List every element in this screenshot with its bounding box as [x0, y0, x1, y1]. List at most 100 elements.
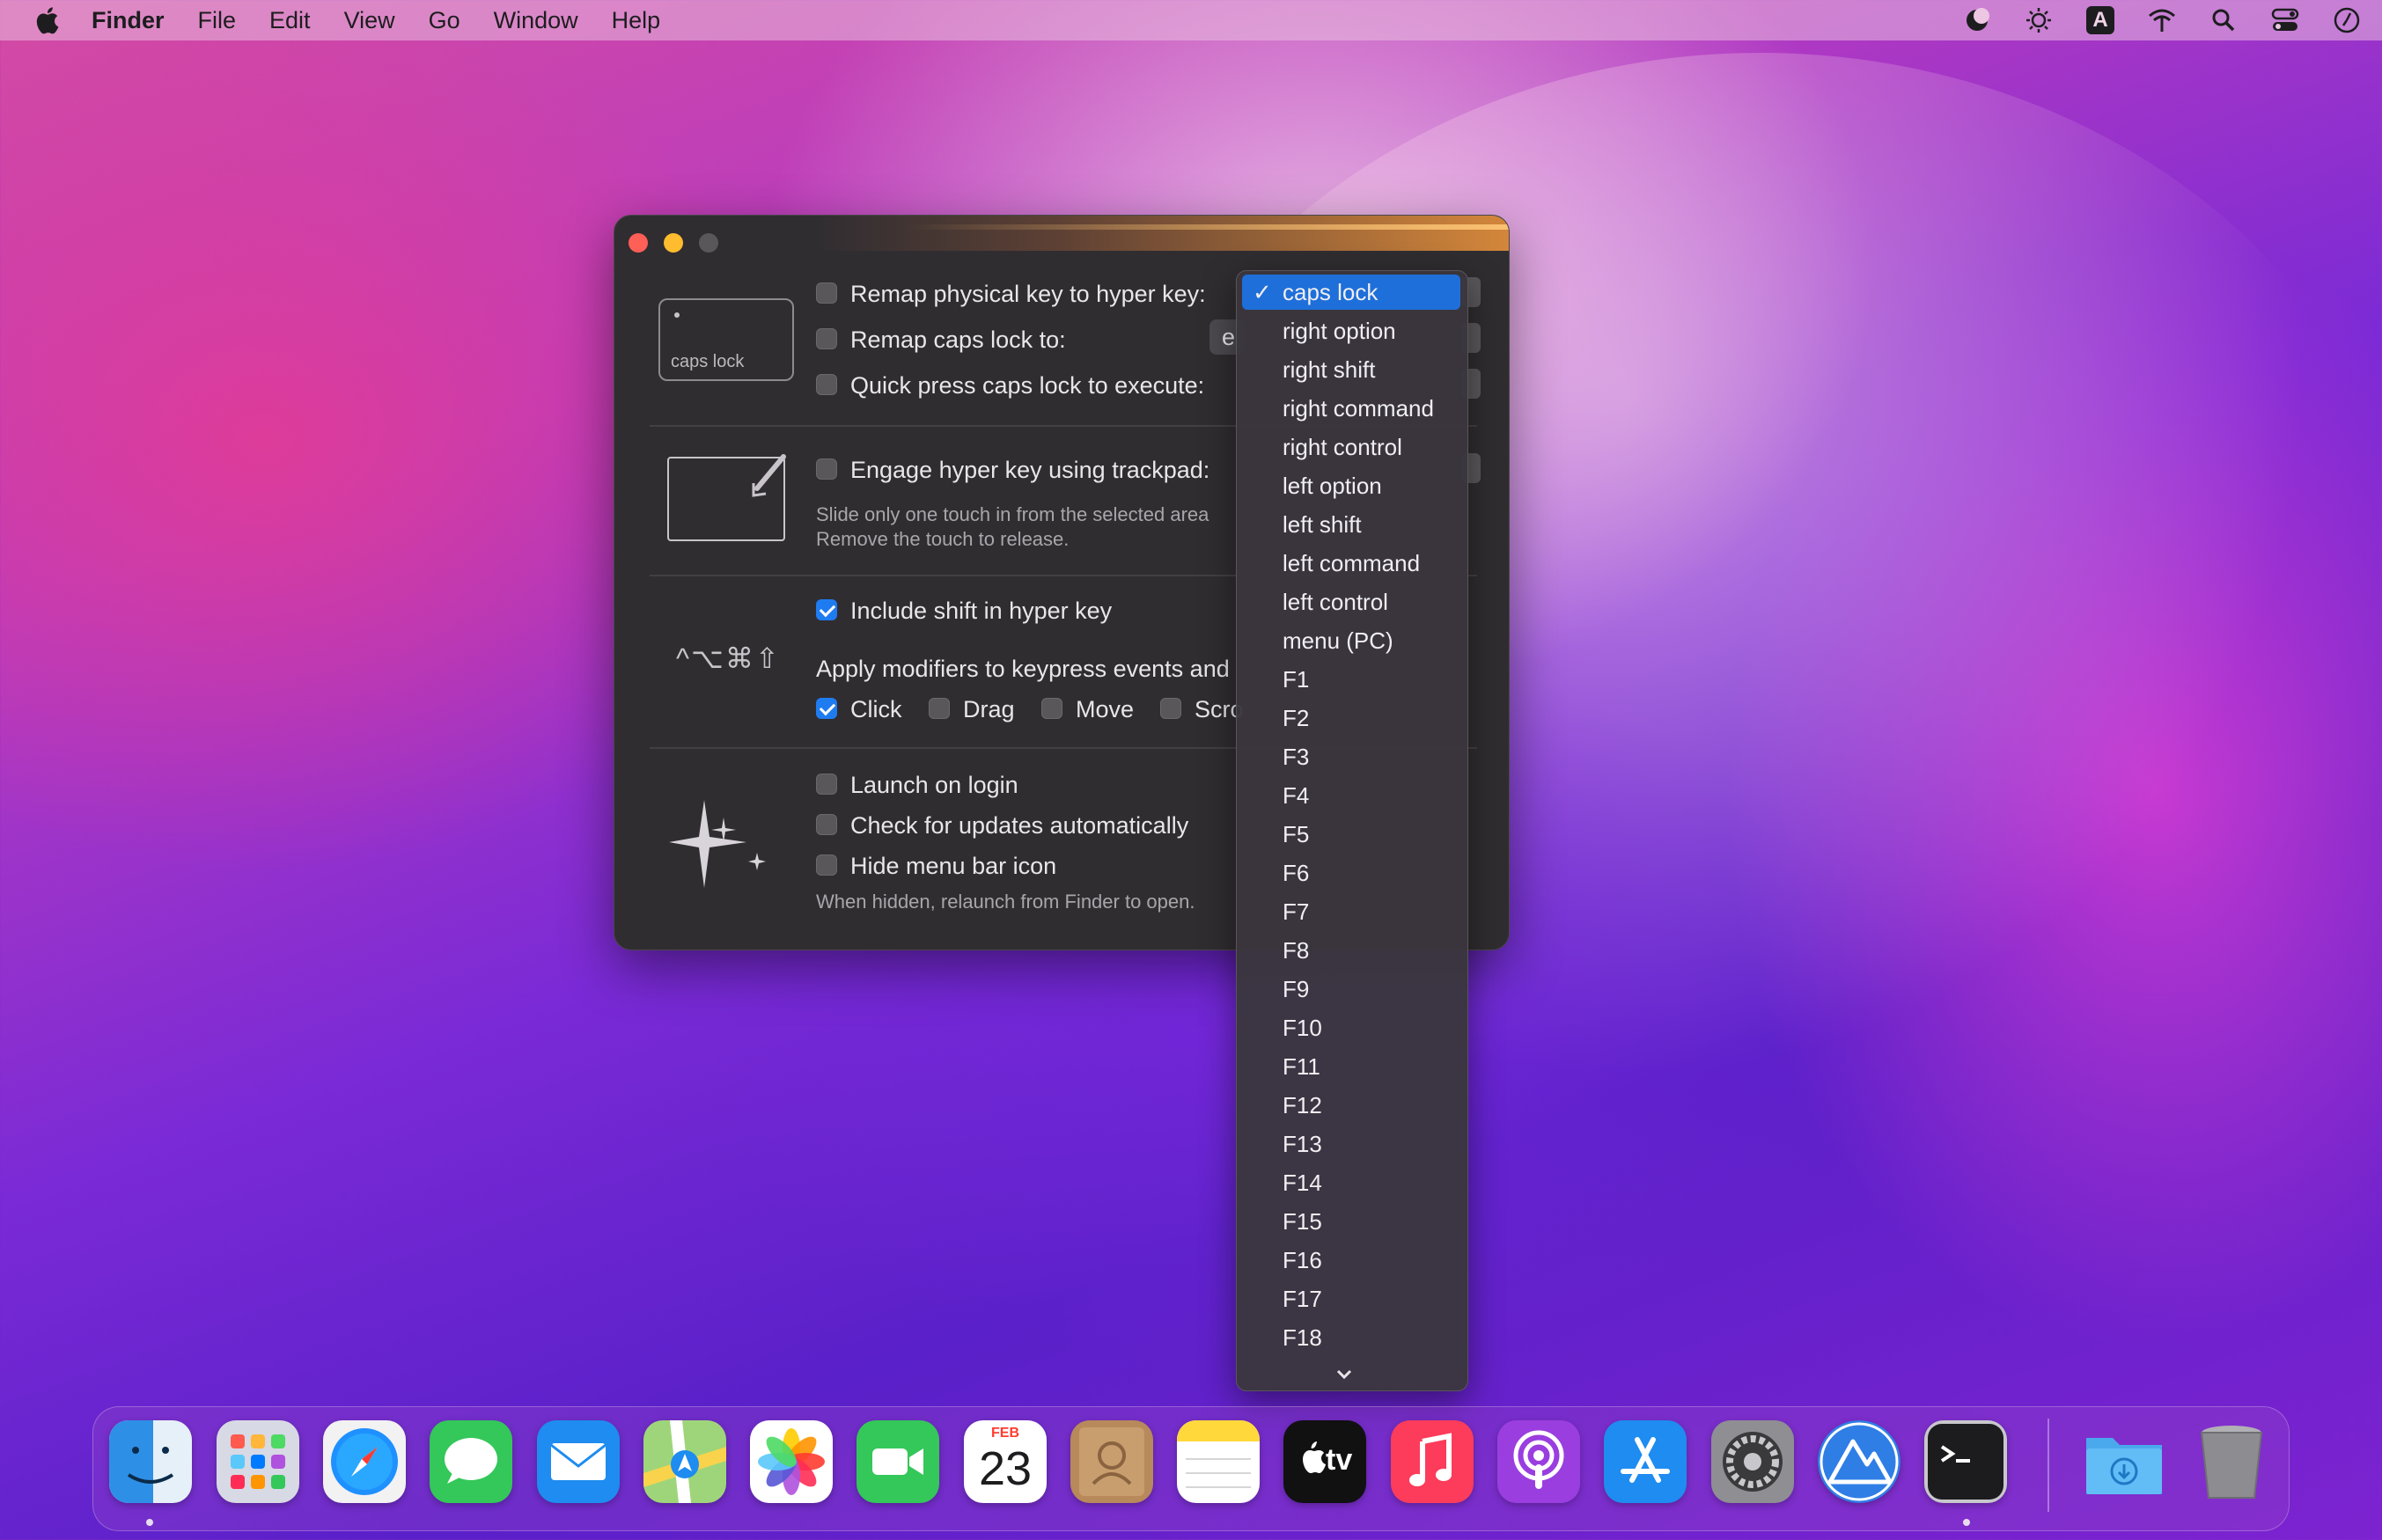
- click-checkbox[interactable]: [816, 698, 837, 719]
- menu-view[interactable]: View: [344, 7, 395, 34]
- sparkle-icon: [669, 800, 766, 888]
- dropdown-option[interactable]: F16: [1242, 1243, 1460, 1278]
- drag-checkbox[interactable]: [929, 698, 950, 719]
- dropdown-option[interactable]: F11: [1242, 1049, 1460, 1084]
- dock-notes-icon[interactable]: [1177, 1420, 1260, 1503]
- wifi-icon[interactable]: [2146, 4, 2178, 36]
- launch-login-checkbox[interactable]: [816, 774, 837, 795]
- remap-caps-value: e: [1222, 324, 1236, 350]
- night-shift-icon[interactable]: [1961, 4, 1993, 36]
- dropdown-option-label: right control: [1283, 434, 1402, 460]
- dropdown-option[interactable]: left control: [1242, 584, 1460, 620]
- calendar-day: 23: [978, 1442, 1033, 1495]
- apply-modifiers-label: Apply modifiers to keypress events and: [816, 656, 1230, 682]
- dropdown-option[interactable]: F2: [1242, 700, 1460, 736]
- dropdown-option[interactable]: F9: [1242, 972, 1460, 1007]
- input-source-letter: A: [2086, 6, 2114, 34]
- search-icon[interactable]: [2208, 4, 2239, 36]
- drag-label: Drag: [963, 696, 1015, 722]
- remap-caps-label: Remap caps lock to:: [850, 326, 1066, 353]
- quick-press-checkbox[interactable]: [816, 374, 837, 395]
- minimize-button[interactable]: [664, 233, 683, 253]
- dock-maps-icon[interactable]: [643, 1420, 726, 1503]
- dock-safari-icon[interactable]: [323, 1420, 406, 1503]
- dropdown-option-label: F14: [1283, 1170, 1322, 1196]
- dropdown-option[interactable]: ✓ caps lock: [1242, 275, 1460, 310]
- move-checkbox[interactable]: [1041, 698, 1062, 719]
- dock-apple-tv-icon[interactable]: tv: [1283, 1420, 1366, 1503]
- control-center-icon[interactable]: [2269, 4, 2301, 36]
- dock-mail-icon[interactable]: [537, 1420, 620, 1503]
- include-shift-checkbox[interactable]: [816, 599, 837, 620]
- zoom-button[interactable]: [699, 233, 718, 253]
- dropdown-option[interactable]: F17: [1242, 1281, 1460, 1316]
- menu-go[interactable]: Go: [429, 7, 460, 34]
- input-source-icon[interactable]: A: [2084, 4, 2116, 36]
- dropdown-option[interactable]: left shift: [1242, 507, 1460, 542]
- scroll-checkbox[interactable]: [1160, 698, 1181, 719]
- menu-help[interactable]: Help: [612, 7, 661, 34]
- trackpad-icon: [667, 454, 786, 541]
- dock-trash-icon[interactable]: [2190, 1420, 2273, 1503]
- hide-icon-checkbox[interactable]: [816, 854, 837, 876]
- dock-contacts-icon[interactable]: [1070, 1420, 1153, 1503]
- dock-downloads-folder-icon[interactable]: [2083, 1420, 2165, 1503]
- remap-physical-checkbox[interactable]: [816, 282, 837, 304]
- check-updates-label: Check for updates automatically: [850, 812, 1189, 839]
- dock-podcasts-icon[interactable]: [1497, 1420, 1580, 1503]
- dropdown-option[interactable]: menu (PC): [1242, 623, 1460, 658]
- dock-music-icon[interactable]: [1391, 1420, 1474, 1503]
- dropdown-option[interactable]: F3: [1242, 739, 1460, 774]
- dropdown-option[interactable]: left option: [1242, 468, 1460, 503]
- dock-calendar-icon[interactable]: FEB 23: [964, 1420, 1047, 1503]
- dock-app-store-icon[interactable]: [1604, 1420, 1687, 1503]
- dock-messages-icon[interactable]: [430, 1420, 512, 1503]
- dropdown-option-label: left shift: [1283, 511, 1362, 538]
- scroll-down-icon[interactable]: [1335, 1366, 1353, 1383]
- menu-app-name[interactable]: Finder: [92, 7, 165, 34]
- check-updates-checkbox[interactable]: [816, 814, 837, 835]
- dropdown-option-label: menu (PC): [1283, 627, 1393, 654]
- dock-terminal-icon[interactable]: [1924, 1420, 2007, 1503]
- dock-facetime-icon[interactable]: [856, 1420, 939, 1503]
- dock-finder-icon[interactable]: [109, 1420, 192, 1503]
- dock-launchpad-icon[interactable]: [217, 1420, 299, 1503]
- dock-photos-icon[interactable]: [750, 1420, 833, 1503]
- dropdown-option[interactable]: F15: [1242, 1204, 1460, 1239]
- dropdown-option-label: left control: [1283, 589, 1388, 615]
- dropdown-option[interactable]: F4: [1242, 778, 1460, 813]
- dropdown-option[interactable]: right command: [1242, 391, 1460, 426]
- close-button[interactable]: [629, 233, 648, 253]
- dropdown-option-label: F17: [1283, 1286, 1322, 1312]
- dropdown-option[interactable]: right shift: [1242, 352, 1460, 387]
- modifier-keys-icon: ^⌥⌘⇧: [676, 642, 781, 674]
- dropdown-option[interactable]: F18: [1242, 1320, 1460, 1355]
- dropdown-option[interactable]: F14: [1242, 1165, 1460, 1200]
- dropdown-option[interactable]: right option: [1242, 313, 1460, 348]
- menu-edit[interactable]: Edit: [269, 7, 311, 34]
- caps-lock-indicator: [674, 312, 680, 318]
- dropdown-option-label: F16: [1283, 1247, 1322, 1273]
- dropdown-option[interactable]: F1: [1242, 662, 1460, 697]
- dropdown-option[interactable]: right control: [1242, 429, 1460, 465]
- dropdown-option[interactable]: F8: [1242, 933, 1460, 968]
- dropdown-option[interactable]: F6: [1242, 855, 1460, 891]
- menu-file[interactable]: File: [198, 7, 237, 34]
- dropdown-option[interactable]: left command: [1242, 546, 1460, 581]
- trackpad-checkbox[interactable]: [816, 458, 837, 480]
- dropdown-option[interactable]: F5: [1242, 817, 1460, 852]
- dropdown-option[interactable]: F12: [1242, 1088, 1460, 1123]
- move-label: Move: [1076, 696, 1135, 722]
- dock-system-preferences-icon[interactable]: [1711, 1420, 1794, 1503]
- menu-window[interactable]: Window: [494, 7, 578, 34]
- apple-menu-icon[interactable]: [32, 5, 62, 35]
- clock-icon[interactable]: [2331, 4, 2363, 36]
- title-bar[interactable]: [614, 216, 1509, 265]
- dock-hyperkey-icon[interactable]: [1818, 1420, 1900, 1503]
- dropdown-option[interactable]: F10: [1242, 1010, 1460, 1045]
- dropdown-option[interactable]: F7: [1242, 894, 1460, 929]
- brightness-icon[interactable]: [2023, 4, 2055, 36]
- remap-caps-checkbox[interactable]: [816, 328, 837, 349]
- dropdown-option[interactable]: F13: [1242, 1126, 1460, 1162]
- dropdown-option-label: right command: [1283, 395, 1434, 422]
